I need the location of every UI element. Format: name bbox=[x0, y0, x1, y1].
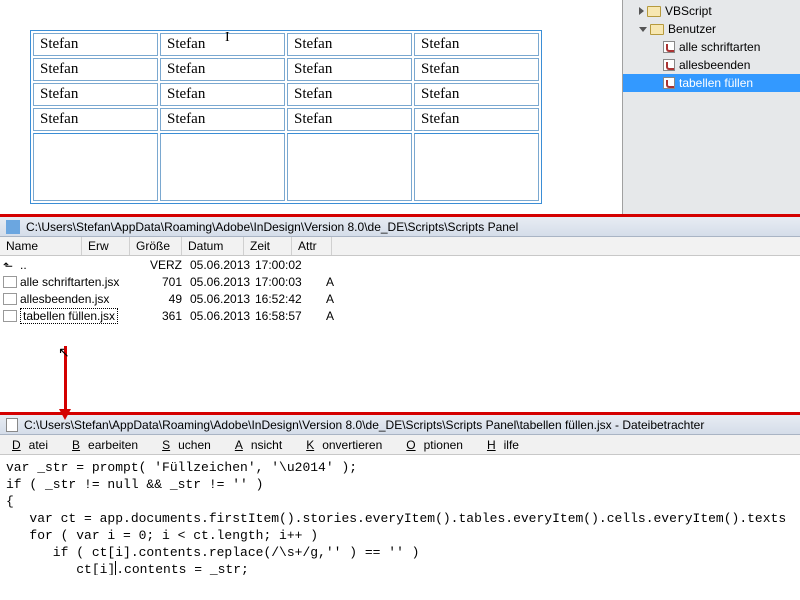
col-time[interactable]: Zeit bbox=[244, 237, 292, 255]
chevron-right-icon[interactable] bbox=[639, 7, 644, 15]
table-cell[interactable]: Stefan bbox=[160, 83, 285, 106]
editor-code-area[interactable]: var _str = prompt( 'Füllzeichen', '\u201… bbox=[0, 455, 800, 575]
file-attr: A bbox=[310, 309, 350, 323]
fm-file-row[interactable]: alle schriftarten.jsx 70105.06.201317:00:… bbox=[0, 273, 800, 290]
menu-bearbeiten[interactable]: Bearbeiten bbox=[64, 438, 154, 452]
file-date: 05.06.2013 bbox=[190, 292, 255, 306]
table-cell[interactable]: Stefan bbox=[287, 33, 412, 56]
table-cell-empty[interactable] bbox=[33, 133, 158, 201]
file-icon bbox=[3, 293, 17, 305]
table-cell[interactable]: Stefan bbox=[33, 33, 158, 56]
file-date: 05.06.2013 bbox=[190, 258, 255, 272]
script-icon bbox=[663, 77, 675, 89]
scripts-panel: VBScript Benutzer alle schriftarten allesbe… bbox=[622, 0, 800, 214]
file-name: tabellen füllen.jsx bbox=[20, 308, 118, 324]
table-cell[interactable]: Stefan bbox=[414, 108, 539, 131]
tree-item-label: alle schriftarten bbox=[679, 40, 760, 54]
table-cell[interactable]: Stefan bbox=[287, 108, 412, 131]
chevron-down-icon[interactable] bbox=[639, 27, 647, 32]
file-manager-path: C:\Users\Stefan\AppData\Roaming\Adobe\In… bbox=[26, 220, 518, 234]
table-cell-empty[interactable] bbox=[287, 133, 412, 201]
file-date: 05.06.2013 bbox=[190, 275, 255, 289]
script-icon bbox=[663, 59, 675, 71]
table-cell[interactable]: Stefan bbox=[33, 108, 158, 131]
tree-item-label: tabellen füllen bbox=[679, 76, 753, 90]
tree-script-item[interactable]: tabellen füllen bbox=[623, 74, 800, 92]
document-icon bbox=[6, 418, 18, 432]
tree-folder-item[interactable]: VBScript bbox=[623, 2, 800, 20]
file-time: 16:58:57 bbox=[255, 309, 310, 323]
table-cell[interactable]: Stefan bbox=[160, 108, 285, 131]
file-date: 05.06.2013 bbox=[190, 309, 255, 323]
table-cell-empty[interactable] bbox=[160, 133, 285, 201]
menu-konvertieren[interactable]: Konvertieren bbox=[298, 438, 398, 452]
file-size: 49 bbox=[140, 292, 190, 306]
editor-title-text: C:\Users\Stefan\AppData\Roaming\Adobe\In… bbox=[24, 418, 704, 432]
file-manager-body: ⬑..VERZ05.06.201317:00:02alle schriftart… bbox=[0, 256, 800, 412]
col-erw[interactable]: Erw bbox=[82, 237, 130, 255]
file-time: 16:52:42 bbox=[255, 292, 310, 306]
text-caret bbox=[115, 561, 116, 575]
tree-item-label: VBScript bbox=[665, 4, 712, 18]
table-cell[interactable]: Stefan bbox=[33, 58, 158, 81]
tree-item-label: Benutzer bbox=[668, 22, 716, 36]
file-attr: A bbox=[310, 275, 350, 289]
table-cell[interactable]: Stefan bbox=[160, 58, 285, 81]
menu-hilfe[interactable]: Hilfe bbox=[479, 438, 535, 452]
annotation-arrow bbox=[64, 346, 67, 410]
file-attr: A bbox=[310, 292, 350, 306]
table-cell-empty[interactable] bbox=[414, 133, 539, 201]
table-cell[interactable]: Stefan bbox=[287, 58, 412, 81]
file-icon bbox=[3, 276, 17, 288]
editor-titlebar: C:\Users\Stefan\AppData\Roaming\Adobe\In… bbox=[0, 415, 800, 435]
indesign-document-canvas[interactable]: I StefanStefanStefanStefanStefanStefanSt… bbox=[0, 0, 622, 214]
table-cell[interactable]: Stefan bbox=[414, 83, 539, 106]
file-time: 17:00:03 bbox=[255, 275, 310, 289]
file-size: VERZ bbox=[140, 258, 190, 272]
col-size[interactable]: Größe bbox=[130, 237, 182, 255]
tree-item-label: allesbeenden bbox=[679, 58, 750, 72]
table-cell[interactable]: Stefan bbox=[160, 33, 285, 56]
up-icon: ⬑ bbox=[3, 259, 17, 271]
fm-file-row[interactable]: tabellen füllen.jsx 36105.06.201316:58:57… bbox=[0, 307, 800, 324]
tree-folder-item[interactable]: Benutzer bbox=[623, 20, 800, 38]
col-name[interactable]: Name bbox=[0, 237, 82, 255]
menu-datei[interactable]: Datei bbox=[4, 438, 64, 452]
tree-script-item[interactable]: allesbeenden bbox=[623, 56, 800, 74]
file-size: 701 bbox=[140, 275, 190, 289]
script-icon bbox=[663, 41, 675, 53]
tree-script-item[interactable]: alle schriftarten bbox=[623, 38, 800, 56]
menu-ansicht[interactable]: Ansicht bbox=[227, 438, 298, 452]
file-size: 361 bbox=[140, 309, 190, 323]
editor-menubar[interactable]: Datei Bearbeiten Suchen Ansicht Konverti… bbox=[0, 435, 800, 455]
menu-optionen[interactable]: Optionen bbox=[398, 438, 479, 452]
file-time: 17:00:02 bbox=[255, 258, 310, 272]
file-icon bbox=[3, 310, 17, 322]
folder-icon bbox=[650, 24, 664, 35]
col-date[interactable]: Datum bbox=[182, 237, 244, 255]
fm-file-row[interactable]: allesbeenden.jsx 4905.06.201316:52:42A bbox=[0, 290, 800, 307]
folder-app-icon bbox=[6, 220, 20, 234]
menu-suchen[interactable]: Suchen bbox=[154, 438, 227, 452]
fm-parent-row[interactable]: ⬑.. VERZ05.06.201317:00:02 bbox=[0, 256, 800, 273]
folder-icon bbox=[647, 6, 661, 17]
table-cell[interactable]: Stefan bbox=[287, 83, 412, 106]
indesign-table[interactable]: StefanStefanStefanStefanStefanStefanStef… bbox=[30, 30, 542, 204]
col-attr[interactable]: Attr bbox=[292, 237, 332, 255]
table-cell[interactable]: Stefan bbox=[414, 58, 539, 81]
file-manager-column-headers[interactable]: Name Erw Größe Datum Zeit Attr bbox=[0, 237, 800, 256]
table-cell[interactable]: Stefan bbox=[33, 83, 158, 106]
file-name: alle schriftarten.jsx bbox=[20, 275, 119, 289]
file-name: .. bbox=[20, 258, 27, 272]
file-name: allesbeenden.jsx bbox=[20, 292, 109, 306]
table-cell[interactable]: Stefan bbox=[414, 33, 539, 56]
file-manager-titlebar: C:\Users\Stefan\AppData\Roaming\Adobe\In… bbox=[0, 217, 800, 237]
